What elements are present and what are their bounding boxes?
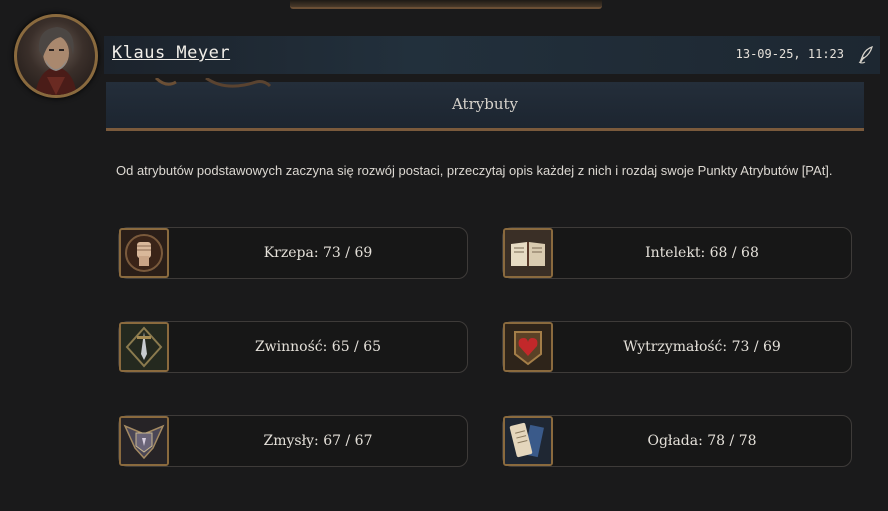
- sword-icon: [119, 322, 169, 372]
- author-avatar[interactable]: [14, 14, 98, 98]
- attribute-label: Zmysły: 67 / 67: [263, 433, 373, 449]
- header-ornament-icon: [154, 78, 272, 88]
- attribute-label: Wytrzymałość: 73 / 69: [623, 339, 781, 355]
- attributes-section-header: Atrybuty: [106, 78, 864, 131]
- fist-icon: [119, 228, 169, 278]
- attribute-card-wytrzymalosc[interactable]: Wytrzymałość: 73 / 69: [502, 321, 852, 373]
- attribute-label: Intelekt: 68 / 68: [645, 245, 759, 261]
- book-icon: [503, 228, 553, 278]
- attribute-card-intelekt[interactable]: Intelekt: 68 / 68: [502, 227, 852, 279]
- attribute-label: Krzepa: 73 / 69: [263, 245, 373, 261]
- section-title: Atrybuty: [451, 95, 518, 113]
- heart-icon: [503, 322, 553, 372]
- top-decorative-bar: [290, 0, 602, 9]
- attribute-card-zwinnosc[interactable]: Zwinność: 65 / 65: [118, 321, 468, 373]
- attribute-card-krzepa[interactable]: Krzepa: 73 / 69: [118, 227, 468, 279]
- eye-shield-icon: [119, 416, 169, 466]
- post-timestamp: 13-09-25, 11:23: [735, 47, 844, 61]
- post-author-bar: Klaus Meyer 13-09-25, 11:23: [104, 36, 880, 74]
- attributes-description: Od atrybutów podstawowych zaczyna się ro…: [116, 163, 833, 178]
- attribute-label: Ogłada: 78 / 78: [647, 433, 757, 449]
- quill-icon[interactable]: [856, 45, 876, 65]
- scroll-icon: [503, 416, 553, 466]
- attribute-card-oglada[interactable]: Ogłada: 78 / 78: [502, 415, 852, 467]
- attribute-card-zmysly[interactable]: Zmysły: 67 / 67: [118, 415, 468, 467]
- attribute-label: Zwinność: 65 / 65: [254, 339, 382, 355]
- author-name-link[interactable]: Klaus Meyer: [112, 43, 230, 63]
